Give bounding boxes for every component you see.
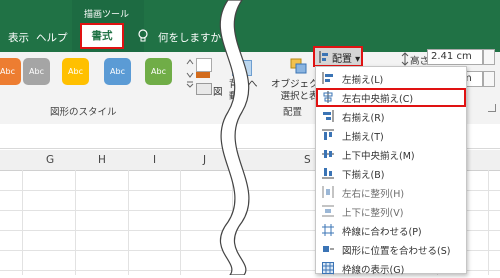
menu-item-align-left[interactable]: 左揃え(L) — [316, 69, 466, 88]
dialog-launcher-icon[interactable] — [488, 104, 496, 112]
menu-item-snap-to-grid[interactable]: 枠線に合わせる(P) — [316, 221, 466, 240]
menu-item-align-top[interactable]: 上揃え(T) — [316, 126, 466, 145]
menu-item-align-right[interactable]: 右揃え(R) — [316, 107, 466, 126]
tab-view[interactable]: 表示 — [8, 30, 29, 45]
menu-item-label: 左右中央揃え(C) — [342, 94, 414, 105]
shape-style-swatch[interactable]: Abc — [62, 58, 89, 85]
snap-to-shape-icon — [323, 246, 334, 252]
lightbulb-icon[interactable] — [137, 29, 149, 43]
arrange-group-label: 配置 — [283, 107, 303, 118]
menu-item-align-center[interactable]: 左右中央揃え(C) — [316, 88, 466, 107]
menu-item-label: 右揃え(R) — [342, 113, 385, 124]
grid-line — [180, 170, 181, 275]
align-button[interactable]: 配置 ▾ — [313, 46, 363, 67]
tab-help[interactable]: ヘルプ — [36, 30, 68, 45]
menu-item-label: 下揃え(B) — [342, 170, 385, 181]
menu-item-view-gridlines[interactable]: 枠線の表示(G) — [316, 259, 466, 278]
align-right-icon — [323, 110, 334, 122]
menu-item-snap-to-shape[interactable]: 図形に位置を合わせる(S) — [316, 240, 466, 259]
menu-item-align-middle[interactable]: 上下中央揃え(M) — [316, 145, 466, 164]
menu-item-label: 上揃え(T) — [342, 132, 384, 143]
shape-style-swatch[interactable]: Abc — [23, 58, 50, 85]
column-header-i[interactable]: I — [153, 154, 156, 166]
menu-item-distribute-vertical[interactable]: 上下に整列(V) — [316, 202, 466, 221]
shape-style-swatch[interactable]: Abc — [104, 58, 131, 85]
align-middle-icon — [322, 150, 334, 158]
distribute-horizontal-icon — [322, 186, 334, 198]
shape-style-swatch[interactable]: Abc — [0, 58, 21, 85]
grid-line — [75, 170, 76, 275]
menu-item-label: 左右に整列(H) — [342, 189, 405, 200]
grid-line — [128, 170, 129, 275]
menu-item-label: 上下に整列(V) — [342, 208, 404, 219]
menu-item-label: 左揃え(L) — [342, 75, 384, 86]
style-gallery-scroll[interactable] — [186, 58, 194, 88]
menu-item-label: 図形に位置を合わせる(S) — [342, 246, 451, 257]
selection-pane-icon[interactable] — [290, 57, 308, 75]
height-input[interactable]: 2.41 cm — [427, 49, 483, 65]
height-icon — [401, 52, 409, 66]
width-spinner[interactable] — [483, 71, 495, 87]
align-dropdown-menu: 左揃え(L) 左右中央揃え(C) 右揃え(R) 上揃え(T) 上下中央揃え(M)… — [315, 66, 467, 276]
align-icon — [319, 51, 328, 63]
snap-to-grid-icon — [322, 224, 334, 236]
shape-style-swatch[interactable]: Abc — [145, 58, 172, 85]
menu-item-align-bottom[interactable]: 下揃え(B) — [316, 164, 466, 183]
align-center-icon — [323, 91, 333, 103]
column-header-g[interactable]: G — [46, 154, 54, 166]
column-header-s[interactable]: S — [304, 154, 311, 166]
tab-format[interactable]: 書式 — [80, 23, 124, 49]
align-bottom-icon — [322, 168, 334, 179]
distribute-vertical-icon — [322, 205, 334, 217]
view-gridlines-icon — [322, 262, 334, 274]
grid-line — [488, 170, 489, 275]
screenshot-cut-divider — [219, 0, 250, 275]
height-spinner[interactable] — [483, 49, 495, 65]
menu-item-distribute-horizontal[interactable]: 左右に整列(H) — [316, 183, 466, 202]
drawing-tools-label: 描画ツール — [84, 10, 130, 20]
align-top-icon — [322, 129, 334, 140]
grid-line — [22, 170, 23, 275]
shape-styles-group-label: 図形のスタイル — [50, 107, 117, 118]
menu-item-label: 枠線の表示(G) — [342, 265, 405, 276]
menu-item-label: 上下中央揃え(M) — [342, 151, 415, 162]
menu-item-label: 枠線に合わせる(P) — [342, 227, 422, 238]
column-header-h[interactable]: H — [98, 154, 106, 166]
align-left-icon — [322, 72, 333, 84]
align-button-label: 配置 ▾ — [332, 54, 361, 65]
